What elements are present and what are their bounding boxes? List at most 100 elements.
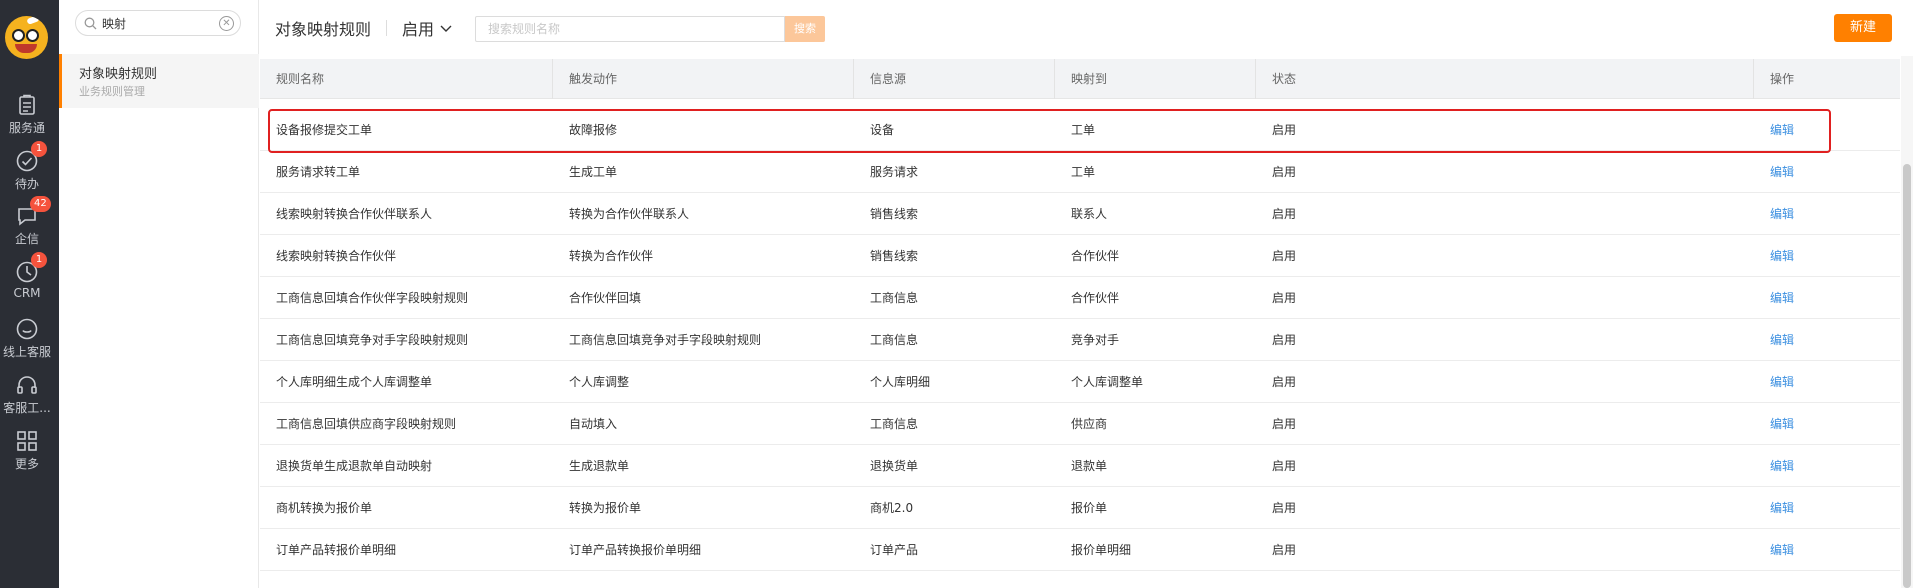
rail-item-service[interactable]: 服务通: [0, 93, 54, 136]
cell-target: 个人库调整单: [1071, 375, 1144, 389]
cell-name: 工商信息回填合作伙伴字段映射规则: [276, 291, 469, 305]
cell-status: 启用: [1272, 543, 1297, 557]
table-row[interactable]: 工商信息回填供应商字段映射规则 自动填入 工商信息 供应商 启用 编辑: [260, 403, 1900, 445]
cell-target: 供应商: [1071, 417, 1108, 431]
rail-item-todo[interactable]: 待办 1: [0, 141, 54, 192]
nav-item-title: 对象映射规则: [79, 67, 158, 82]
edit-link[interactable]: 编辑: [1754, 193, 1900, 235]
cell-target: 退款单: [1071, 459, 1108, 473]
edit-link[interactable]: 编辑: [1754, 235, 1900, 277]
app-logo[interactable]: [5, 16, 48, 59]
nav-search-input[interactable]: [102, 14, 212, 32]
edit-link[interactable]: 编辑: [1754, 361, 1900, 403]
cell-status: 启用: [1272, 459, 1297, 473]
cell-source: 销售线索: [870, 207, 919, 221]
cell-status: 启用: [1272, 375, 1297, 389]
scrollbar[interactable]: [1901, 56, 1913, 588]
table-row[interactable]: 商机转换为报价单 转换为报价单 商机2.0 报价单 启用 编辑: [260, 487, 1900, 529]
headset-icon: [17, 376, 37, 394]
table-header: 规则名称 触发动作 信息源 映射到 状态 操作: [260, 59, 1900, 99]
message-badge: 42: [30, 196, 51, 212]
rail-label: 服务通: [8, 121, 45, 135]
rules-table: 规则名称 触发动作 信息源 映射到 状态 操作 设备报修提交工单 故障报修 设备 工单…: [260, 59, 1900, 588]
rule-search-input[interactable]: [475, 16, 785, 42]
cell-trigger: 合作伙伴回填: [569, 291, 642, 305]
cell-target: 联系人: [1071, 207, 1108, 221]
rail-item-more[interactable]: 更多: [0, 429, 54, 472]
cell-name: 商机转换为报价单: [276, 501, 373, 515]
table-row[interactable]: 个人库明细生成个人库调整单 个人库调整 个人库明细 个人库调整单 启用 编辑: [260, 361, 1900, 403]
cell-trigger: 生成工单: [569, 165, 618, 179]
column-header[interactable]: 触发动作: [553, 59, 854, 99]
table-row[interactable]: 工商信息回填合作伙伴字段映射规则 合作伙伴回填 工商信息 合作伙伴 启用 编辑: [260, 277, 1900, 319]
new-button[interactable]: 新建: [1834, 14, 1892, 42]
table-row[interactable]: 线索映射转换合作伙伴联系人 转换为合作伙伴联系人 销售线索 联系人 启用 编辑: [260, 193, 1900, 235]
cell-source: 订单产品: [870, 543, 919, 557]
search-icon: [84, 17, 97, 30]
column-header: 操作: [1770, 72, 1795, 86]
edit-link[interactable]: 编辑: [1754, 529, 1900, 571]
column-header[interactable]: 信息源: [854, 59, 1055, 99]
column-header[interactable]: 状态: [1256, 59, 1754, 99]
table-row[interactable]: 设备报修提交工单 故障报修 设备 工单 启用 编辑: [260, 109, 1900, 151]
nav-item-object-mapping[interactable]: 对象映射规则 业务规则管理: [59, 54, 259, 108]
cell-name: 服务请求转工单: [276, 165, 361, 179]
grid-icon: [17, 431, 37, 451]
cell-source: 工商信息: [870, 417, 919, 431]
cell-trigger: 转换为合作伙伴: [569, 249, 654, 263]
edit-link[interactable]: 编辑: [1754, 109, 1900, 151]
cell-name: 退换货单生成退款单自动映射: [276, 459, 433, 473]
app-rail: 服务通 待办 1 企信 42 CRM 1 线上客服 客服工... 更多: [0, 0, 59, 588]
cell-name: 线索映射转换合作伙伴联系人: [276, 207, 433, 221]
table-row[interactable]: 订单产品转报价单明细 订单产品转换报价单明细 订单产品 报价单明细 启用 编辑: [260, 529, 1900, 571]
cell-source: 退换货单: [870, 459, 919, 473]
edit-link[interactable]: 编辑: [1754, 403, 1900, 445]
edit-link[interactable]: 编辑: [1754, 445, 1900, 487]
clear-icon[interactable]: ✕: [219, 16, 234, 31]
smile-icon: [16, 318, 38, 340]
cell-target: 报价单明细: [1071, 543, 1132, 557]
chevron-down-icon: [440, 25, 452, 32]
cell-status: 启用: [1272, 333, 1297, 347]
table-row[interactable]: 服务请求转工单 生成工单 服务请求 工单 启用 编辑: [260, 151, 1900, 193]
cell-target: 工单: [1071, 165, 1096, 179]
cell-target: 竞争对手: [1071, 333, 1120, 347]
table-row[interactable]: 退换货单生成退款单自动映射 生成退款单 退换货单 退款单 启用 编辑: [260, 445, 1900, 487]
cell-status: 启用: [1272, 207, 1297, 221]
todo-badge: 1: [31, 141, 47, 157]
cell-trigger: 转换为合作伙伴联系人: [569, 207, 690, 221]
edit-link[interactable]: 编辑: [1754, 319, 1900, 361]
cell-name: 工商信息回填供应商字段映射规则: [276, 417, 457, 431]
cell-source: 工商信息: [870, 291, 919, 305]
table-row[interactable]: 线索映射转换合作伙伴 转换为合作伙伴 销售线索 合作伙伴 启用 编辑: [260, 235, 1900, 277]
cell-target: 工单: [1071, 123, 1096, 137]
edit-link[interactable]: 编辑: [1754, 277, 1900, 319]
cell-source: 销售线索: [870, 249, 919, 263]
cell-source: 设备: [870, 123, 895, 137]
search-button[interactable]: 搜索: [785, 16, 825, 42]
cell-name: 订单产品转报价单明细: [276, 543, 397, 557]
rail-item-crm[interactable]: CRM 1: [0, 252, 54, 300]
edit-link[interactable]: 编辑: [1754, 151, 1900, 193]
rail-item-online-service[interactable]: 线上客服: [0, 317, 54, 360]
rail-label: 待办: [14, 177, 39, 191]
status-filter-select[interactable]: 启用: [402, 16, 452, 40]
edit-link[interactable]: 编辑: [1754, 487, 1900, 529]
rail-item-message[interactable]: 企信 42: [0, 196, 54, 247]
cell-trigger: 故障报修: [569, 123, 618, 137]
table-row[interactable]: 工商信息回填竞争对手字段映射规则 工商信息回填竞争对手字段映射规则 工商信息 竞争对手…: [260, 319, 1900, 361]
nav-search: ✕: [75, 10, 241, 36]
cell-name: 个人库明细生成个人库调整单: [276, 375, 433, 389]
divider: [386, 20, 387, 36]
main-content: 对象映射规则 启用 搜索 新建 规则名称 触发动作 信息源 映射到 状态 操作 …: [260, 0, 1913, 588]
cell-status: 启用: [1272, 417, 1297, 431]
secondary-nav: ✕ 对象映射规则 业务规则管理: [59, 0, 259, 588]
cell-target: 合作伙伴: [1071, 249, 1120, 263]
cell-status: 启用: [1272, 291, 1297, 305]
rail-item-agent-desk[interactable]: 客服工...: [0, 373, 54, 416]
scrollbar-thumb[interactable]: [1903, 164, 1911, 588]
column-header[interactable]: 映射到: [1055, 59, 1256, 99]
status-filter-value: 启用: [402, 20, 435, 39]
cell-trigger: 转换为报价单: [569, 501, 642, 515]
column-header[interactable]: 规则名称: [260, 59, 553, 99]
